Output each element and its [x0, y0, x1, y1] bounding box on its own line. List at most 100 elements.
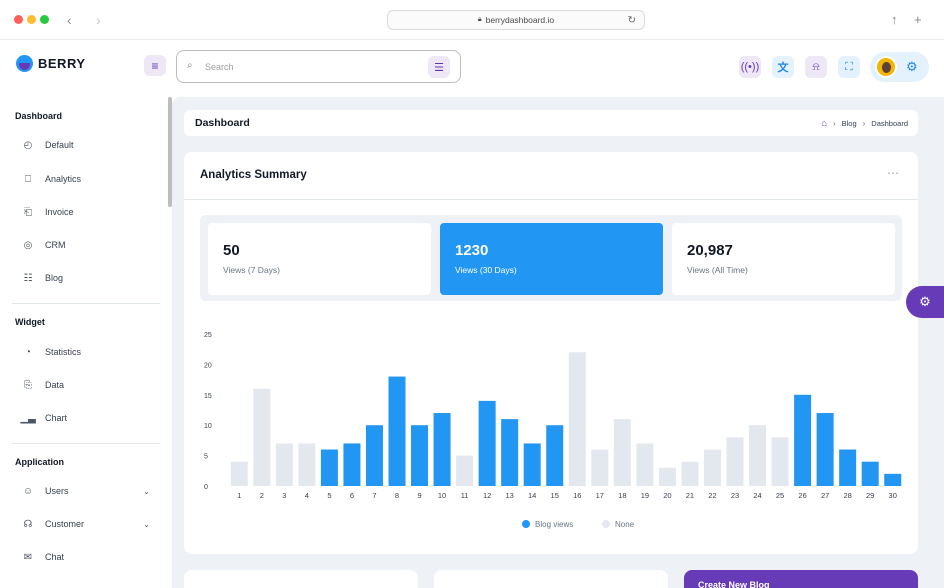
sidebar-item-label: Statistics [45, 347, 82, 357]
chart-bar[interactable] [771, 437, 789, 486]
chart-bar[interactable] [298, 443, 316, 486]
sidebar-item-label: Invoice [45, 207, 74, 217]
chart-bar[interactable] [703, 449, 721, 486]
chart-bar[interactable] [613, 419, 631, 486]
create-new-blog-card[interactable]: Create New Blog [684, 570, 918, 588]
bell-icon[interactable]: ⍾ [805, 56, 827, 78]
stat-card-all-time[interactable]: 20,987 Views (All Time) [672, 223, 895, 295]
chart-bar[interactable] [591, 449, 609, 486]
chart-bar[interactable] [275, 443, 293, 486]
bottom-card-middle [434, 570, 668, 588]
chart-bar[interactable] [478, 400, 496, 486]
chart-bar[interactable] [636, 443, 654, 486]
sidebar-item-users[interactable]: ☺ Users ⌄ [22, 480, 160, 502]
create-new-blog-label: Create New Blog [698, 580, 770, 588]
sidebar-item-customer[interactable]: ☊ Customer ⌄ [22, 513, 160, 535]
chart-bar[interactable] [230, 461, 248, 486]
chart-bar[interactable] [839, 449, 857, 486]
chart-bar[interactable] [501, 419, 519, 486]
logo[interactable]: BERRY [16, 55, 86, 72]
statistics-icon: ◔ [24, 346, 32, 358]
x-tick-label: 29 [866, 491, 874, 500]
hamburger-icon[interactable]: ≡ [144, 55, 166, 76]
sidebar-item-label: CRM [45, 240, 66, 250]
url-bar[interactable]: 🔒︎ berrydashboard.io ↻ [387, 10, 645, 30]
x-tick-label: 25 [776, 491, 784, 500]
sidebar-item-analytics[interactable]: ⎕ Analytics [22, 168, 160, 190]
x-tick-label: 30 [889, 491, 897, 500]
sidebar-item-blog[interactable]: ☷ Blog [22, 267, 160, 289]
sidebar-item-data[interactable]: ⎘ Data [22, 374, 160, 396]
crm-icon: ◎ [23, 239, 33, 251]
x-tick-label: 1 [237, 491, 241, 500]
legend-label: Blog views [535, 520, 573, 529]
chart-bar[interactable] [523, 443, 541, 486]
x-tick-label: 8 [395, 491, 399, 500]
card-title: Analytics Summary [200, 169, 307, 181]
search-input[interactable] [205, 59, 405, 75]
chart-bar[interactable] [658, 467, 676, 486]
stat-card-7-days[interactable]: 50 Views (7 Days) [208, 223, 431, 295]
chart-bar[interactable] [320, 449, 338, 486]
share-icon[interactable]: ↑ [891, 12, 898, 27]
chart-bar[interactable] [861, 461, 879, 486]
stat-value: 1230 [455, 242, 489, 259]
chevron-right-icon: › [832, 118, 836, 128]
bar-chart-svg: 05101520251 2 3 4 5 6 7 8 9 10 11 12 13 14 15 16 17 18 19 2… [204, 332, 902, 529]
chart-bar[interactable] [365, 425, 383, 486]
chevron-down-icon[interactable]: ⌄ [143, 487, 150, 496]
blog-views-chart: 0 5 10 15 20 25 1 2 3 4 5 6 7 8 9 10 11 12 13 14 15 16 17 18 19 2… [196, 324, 912, 546]
chart-bar[interactable] [749, 425, 767, 486]
translate-icon[interactable]: 文 [772, 56, 794, 78]
close-window-dot[interactable] [14, 15, 23, 24]
sidebar-item-statistics[interactable]: ◔ Statistics [22, 341, 160, 363]
y-tick-label: 20 [204, 362, 212, 369]
chart-bar[interactable] [884, 473, 902, 486]
chart-bar[interactable] [794, 394, 812, 486]
chart-bar[interactable] [568, 352, 586, 486]
sidebar-item-chat[interactable]: ✉ Chat [22, 546, 160, 568]
reload-icon[interactable]: ↻ [628, 15, 636, 26]
chart-bar[interactable] [681, 461, 699, 486]
sidebar-item-default[interactable]: ◴ Default [22, 134, 160, 156]
profile-menu[interactable]: ⚙ [870, 52, 929, 82]
chart-bar[interactable] [546, 425, 564, 486]
stat-card-30-days[interactable]: 1230 Views (30 Days) [440, 223, 663, 295]
chart-bar[interactable] [253, 388, 271, 486]
customize-settings-button[interactable]: ⚙ [906, 286, 944, 318]
back-arrow-icon[interactable]: ‹ [67, 12, 72, 28]
chart-bar[interactable] [726, 437, 744, 486]
sidebar-item-chart[interactable]: ▁▃ Chart [20, 407, 160, 429]
chart-bar[interactable] [411, 425, 429, 486]
chart-bar[interactable] [456, 455, 474, 486]
new-tab-icon[interactable]: + [914, 12, 922, 27]
x-tick-label: 6 [350, 491, 354, 500]
broadcast-icon[interactable]: ((•)) [739, 56, 761, 78]
maximize-window-dot[interactable] [40, 15, 49, 24]
chevron-down-icon[interactable]: ⌄ [143, 520, 150, 529]
x-tick-label: 27 [821, 491, 829, 500]
minimize-window-dot[interactable] [27, 15, 36, 24]
chart-bar[interactable] [816, 413, 834, 486]
search-box[interactable]: ⌕ ☰ [176, 50, 461, 83]
filter-icon[interactable]: ☰ [428, 56, 450, 78]
chart-bar[interactable] [343, 443, 361, 486]
sidebar-item-label: Customer [45, 519, 85, 529]
x-tick-label: 5 [327, 491, 331, 500]
main-content: Dashboard ⌂ › Blog › Dashboard Analytics… [172, 97, 944, 588]
search-icon: ⌕ [187, 60, 193, 71]
sidebar-item-crm[interactable]: ◎ CRM [22, 234, 160, 256]
x-tick-label: 22 [708, 491, 716, 500]
x-tick-label: 4 [305, 491, 309, 500]
y-tick-label: 0 [204, 484, 208, 491]
sidebar-item-invoice[interactable]: ⎗ Invoice [22, 201, 160, 223]
breadcrumb-link-blog[interactable]: Blog [842, 119, 857, 128]
sidebar-section-title: Application [15, 457, 64, 467]
forward-arrow-icon[interactable]: › [96, 12, 101, 28]
home-icon[interactable]: ⌂ [822, 118, 827, 128]
sidebar-item-label: Blog [45, 273, 64, 283]
more-icon[interactable]: ⋯ [887, 166, 900, 180]
chart-bar[interactable] [388, 376, 406, 486]
chart-bar[interactable] [433, 413, 451, 486]
fullscreen-icon[interactable]: ⛶ [838, 56, 860, 78]
